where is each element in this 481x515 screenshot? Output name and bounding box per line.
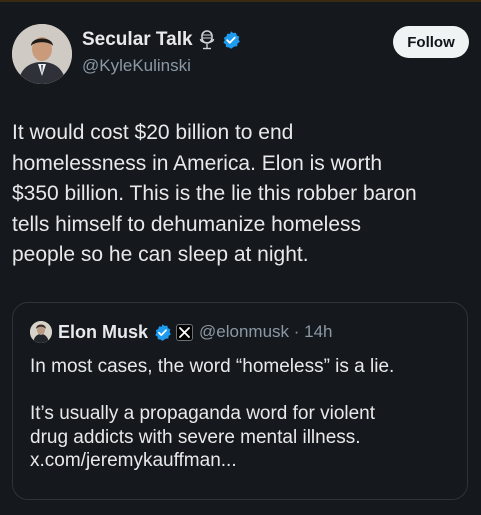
avatar[interactable] xyxy=(12,24,72,84)
quoted-tweet-header: Elon Musk @elonmusk · 14h xyxy=(30,320,333,344)
tweet-header: Secular Talk @KyleKulinski Follow xyxy=(12,24,469,86)
top-edge-strip xyxy=(0,0,481,2)
verified-icon xyxy=(153,323,172,342)
author-handle[interactable]: @KyleKulinski xyxy=(82,56,191,76)
quoted-display-name[interactable]: Elon Musk xyxy=(58,322,148,343)
follow-button[interactable]: Follow xyxy=(393,26,469,58)
x-affiliate-icon xyxy=(176,323,194,341)
microphone-icon xyxy=(199,30,215,50)
quoted-handle-time[interactable]: @elonmusk · 14h xyxy=(199,322,333,342)
tweet-text: It would cost $20 billion to end homeles… xyxy=(12,121,417,266)
verified-icon xyxy=(221,30,241,50)
quoted-tweet-card[interactable]: Elon Musk @elonmusk · 14h In most cases,… xyxy=(12,302,468,500)
quoted-tweet-text: In most cases, the word “homeless” is a … xyxy=(30,356,395,471)
author-display-name[interactable]: Secular Talk xyxy=(82,29,193,51)
author-name-row: Secular Talk xyxy=(82,28,241,52)
avatar-image xyxy=(12,24,72,84)
quoted-avatar[interactable] xyxy=(30,321,52,343)
